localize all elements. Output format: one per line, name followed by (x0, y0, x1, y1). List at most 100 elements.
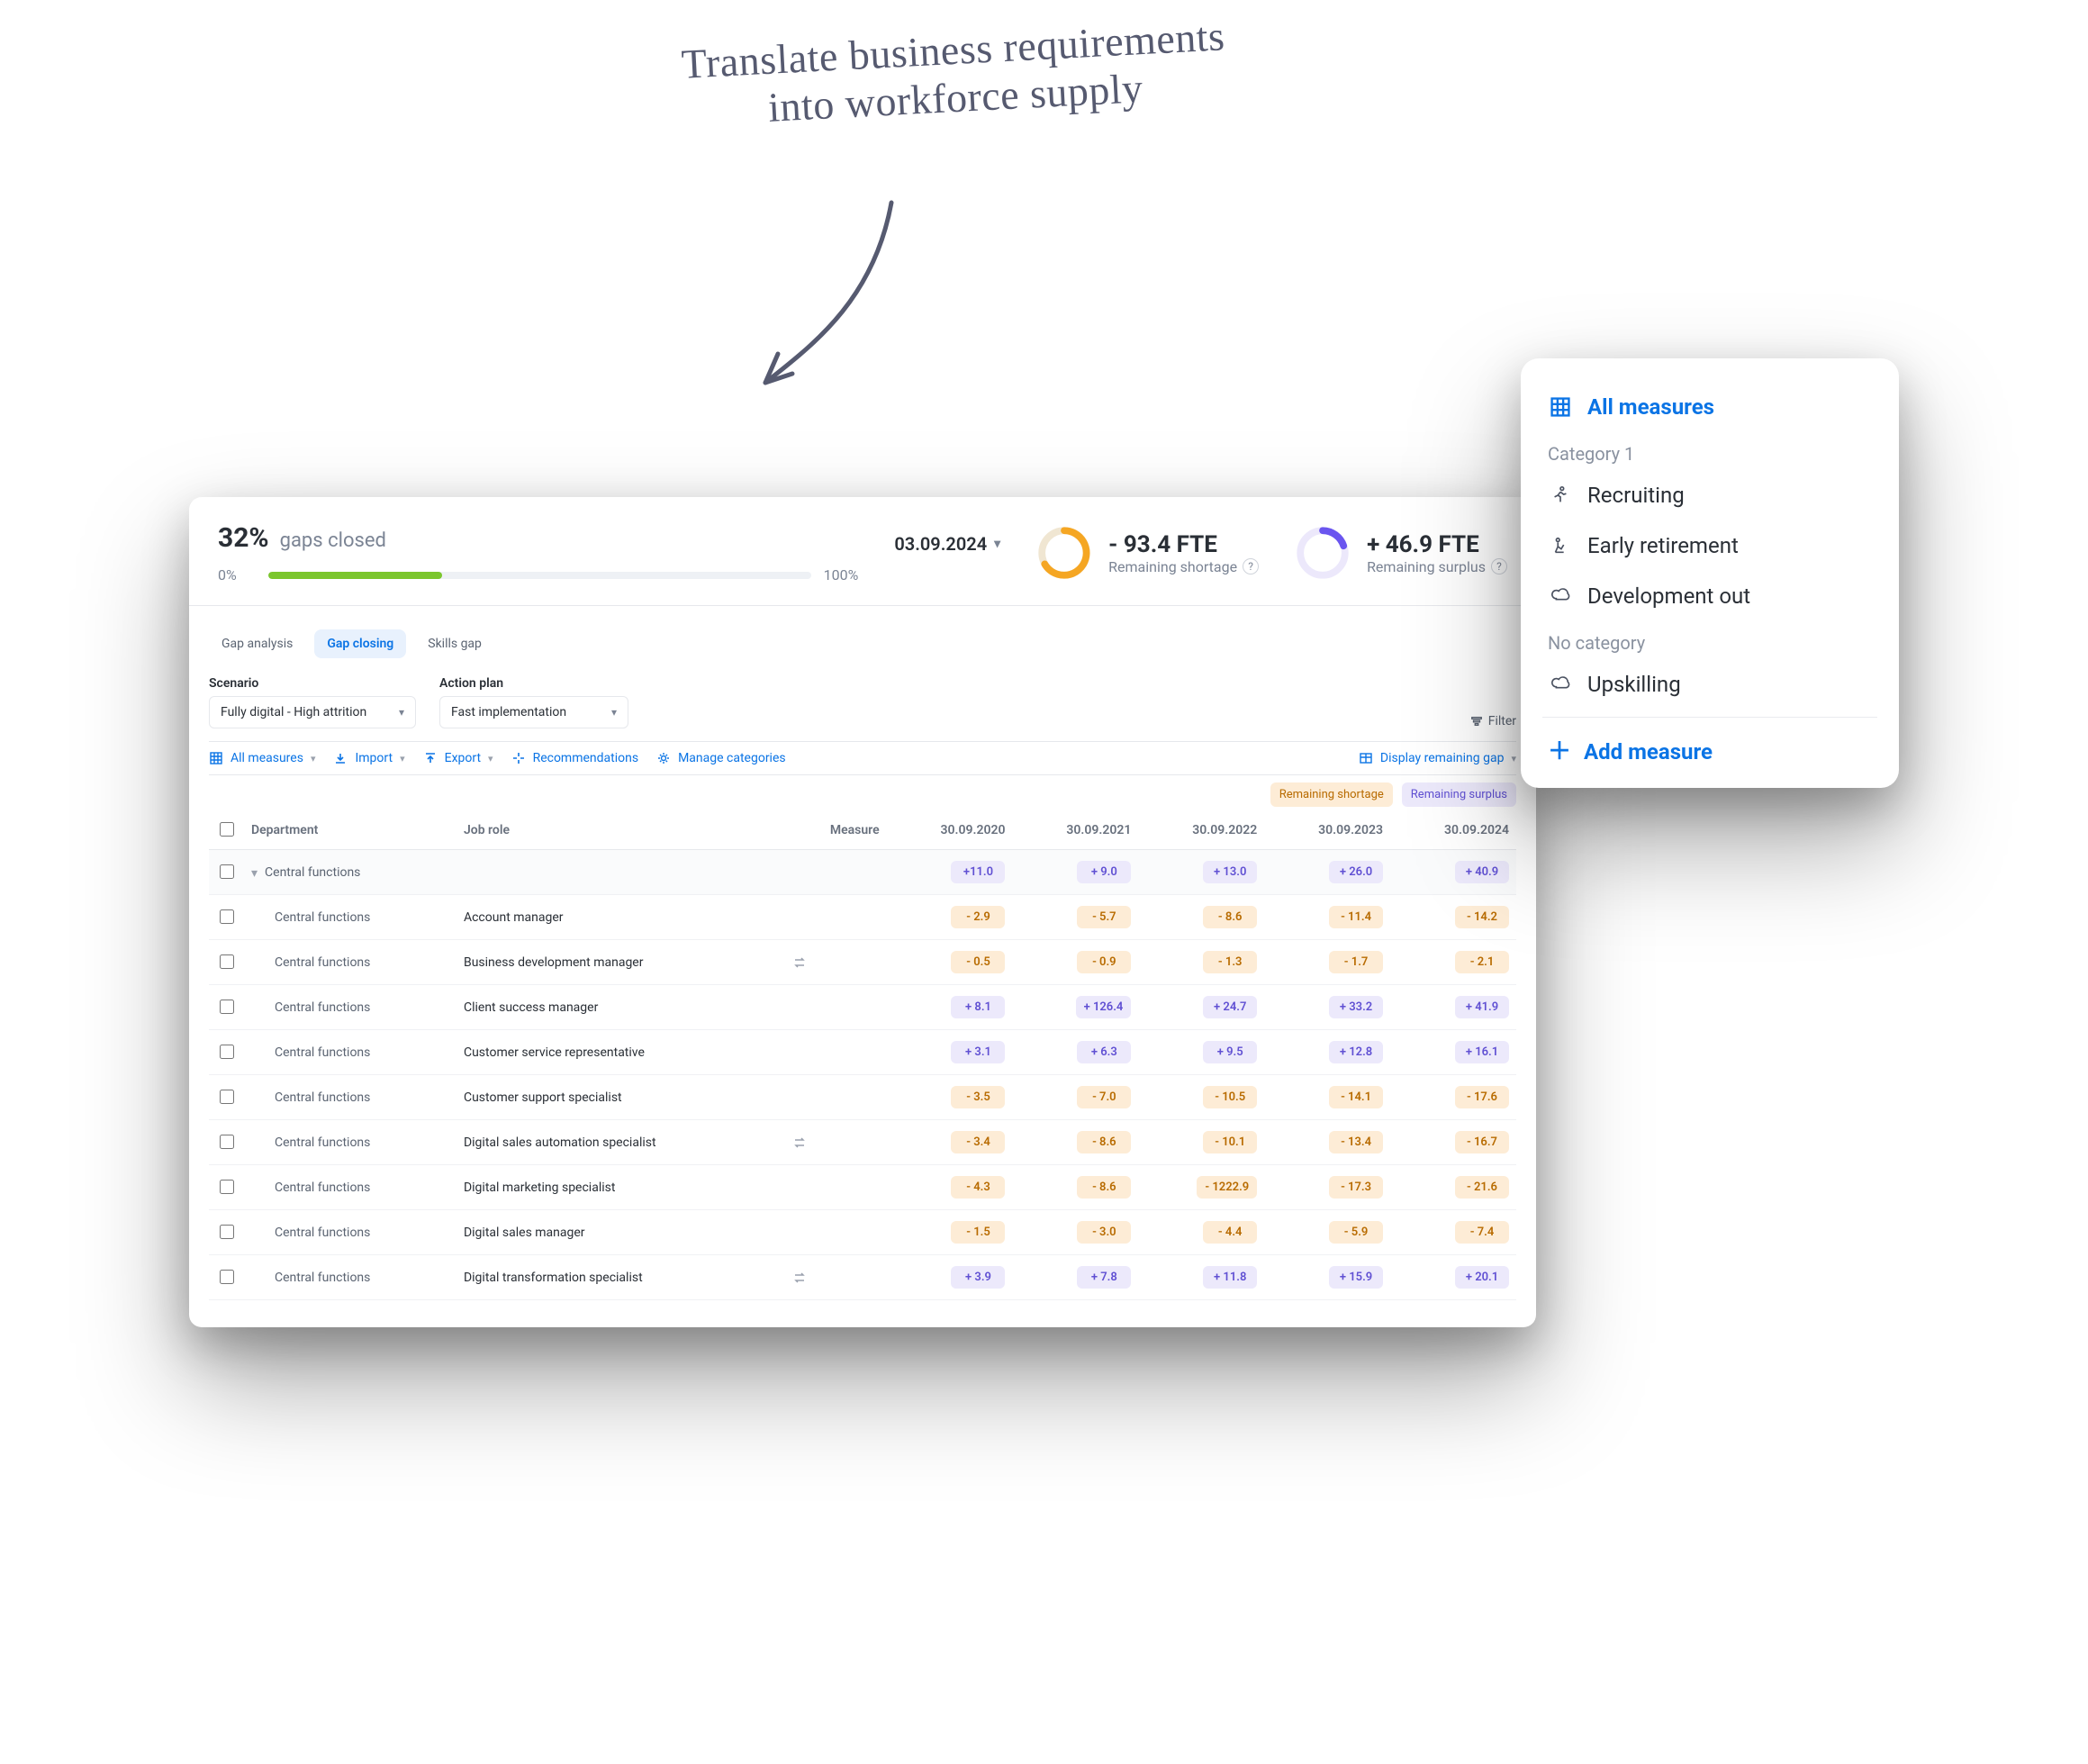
annotation-arrow-icon (738, 194, 927, 401)
import-button[interactable]: Import▾ (333, 751, 404, 765)
metric-shortage: - 93.4 FTE Remaining shortage? (1036, 525, 1259, 581)
divider (1542, 717, 1877, 718)
handwritten-annotation: Translate business requirements into wor… (583, 8, 1325, 142)
cell-department: Central functions (244, 1255, 456, 1300)
tabs: Gap analysis Gap closing Skills gap (209, 629, 1516, 658)
popover-no-category: No category (1542, 621, 1877, 659)
tab-gap-analysis[interactable]: Gap analysis (209, 629, 305, 658)
tab-skills-gap[interactable]: Skills gap (415, 629, 494, 658)
value-pill: + 3.1 (951, 1041, 1005, 1063)
display-remaining-gap-button[interactable]: Display remaining gap▾ (1359, 751, 1516, 765)
swap-icon[interactable] (792, 1271, 880, 1285)
cell-department: Central functions (244, 985, 456, 1030)
popover-item[interactable]: Development out (1542, 571, 1877, 621)
table-icon (1359, 751, 1373, 765)
row-checkbox[interactable] (220, 954, 234, 969)
info-icon[interactable]: ? (1243, 558, 1259, 574)
value-pill: + 3.9 (951, 1266, 1005, 1289)
popover-category-1: Category 1 (1542, 432, 1877, 470)
value-pill: + 9.0 (1077, 861, 1131, 883)
value-pill: + 33.2 (1329, 996, 1383, 1018)
shortage-value: - 93.4 FTE (1108, 531, 1259, 558)
value-pill: - 8.6 (1077, 1176, 1131, 1199)
table-row[interactable]: Central functions Customer support speci… (209, 1075, 1516, 1120)
popover-all-measures[interactable]: All measures (1542, 382, 1877, 432)
export-label: Export (445, 751, 481, 765)
table-row[interactable]: Central functions Digital transformation… (209, 1255, 1516, 1300)
manage-categories-button[interactable]: Manage categories (656, 751, 786, 765)
export-button[interactable]: Export ▾ (423, 751, 493, 765)
value-pill: - 0.9 (1077, 951, 1131, 973)
value-pill: + 7.8 (1077, 1266, 1131, 1289)
value-pill: + 16.1 (1455, 1041, 1509, 1063)
row-checkbox[interactable] (220, 1270, 234, 1284)
value-pill: - 2.1 (1455, 951, 1509, 973)
shortage-caption: Remaining shortage (1108, 558, 1237, 575)
select-all-checkbox[interactable] (220, 822, 234, 837)
value-pill: + 12.8 (1329, 1041, 1383, 1063)
chevron-down-icon: ▾ (611, 706, 617, 719)
upload-icon (423, 751, 438, 765)
table-row[interactable]: Central functions Business development m… (209, 940, 1516, 985)
value-pill: - 17.6 (1455, 1086, 1509, 1108)
table-row[interactable]: Central functions Account manager - 2.9-… (209, 895, 1516, 940)
row-checkbox[interactable] (220, 1225, 234, 1239)
cloud-icon (1548, 674, 1573, 694)
scenario-select[interactable]: Fully digital - High attrition▾ (209, 696, 416, 728)
value-pill: + 41.9 (1455, 996, 1509, 1018)
table-group-row[interactable]: ▾Central functions +11.0+ 9.0+ 13.0+ 26.… (209, 850, 1516, 895)
row-checkbox[interactable] (220, 1135, 234, 1149)
value-pill: + 40.9 (1455, 861, 1509, 883)
popover-item[interactable]: Recruiting (1542, 470, 1877, 520)
legend-shortage: Remaining shortage (1270, 782, 1393, 807)
popover-item-label: Development out (1587, 583, 1750, 609)
tab-gap-closing[interactable]: Gap closing (314, 629, 406, 658)
cell-department: Central functions (244, 1165, 456, 1210)
shortage-ring-icon (1036, 525, 1092, 581)
value-pill: - 1.5 (951, 1221, 1005, 1244)
popover-item-label: Recruiting (1587, 483, 1685, 508)
date-picker[interactable]: 03.09.2024 ▾ (894, 533, 1000, 555)
value-pill: - 16.7 (1455, 1131, 1509, 1153)
cell-role: Customer service representative (456, 1030, 785, 1075)
add-measure-button[interactable]: ＋ Add measure (1542, 725, 1877, 772)
table-row[interactable]: Central functions Digital marketing spec… (209, 1165, 1516, 1210)
value-pill: + 20.1 (1455, 1266, 1509, 1289)
table-row[interactable]: Central functions Digital sales manager … (209, 1210, 1516, 1255)
info-icon[interactable]: ? (1491, 558, 1507, 574)
row-checkbox[interactable] (220, 1180, 234, 1194)
chevron-down-icon[interactable]: ▾ (251, 866, 258, 881)
value-pill: - 2.9 (951, 906, 1005, 928)
cell-role: Digital sales automation specialist (456, 1120, 785, 1165)
plus-icon: ＋ (1548, 740, 1571, 764)
swap-icon[interactable] (792, 955, 880, 970)
value-pill: - 4.4 (1203, 1221, 1257, 1244)
table-row[interactable]: Central functions Digital sales automati… (209, 1120, 1516, 1165)
value-pill: + 15.9 (1329, 1266, 1383, 1289)
all-measures-button[interactable]: All measures▾ (209, 751, 315, 765)
progress-left-label: 0% (218, 566, 256, 583)
action-plan-select[interactable]: Fast implementation▾ (439, 696, 628, 728)
row-checkbox[interactable] (220, 864, 234, 879)
swap-icon[interactable] (792, 1135, 880, 1150)
row-checkbox[interactable] (220, 1090, 234, 1104)
chevron-down-icon: ▾ (488, 753, 493, 764)
value-pill: - 13.4 (1329, 1131, 1383, 1153)
value-pill: - 1.3 (1203, 951, 1257, 973)
value-pill: +11.0 (951, 861, 1005, 883)
popover-item[interactable]: Upskilling (1542, 659, 1877, 710)
row-checkbox[interactable] (220, 1000, 234, 1014)
row-checkbox[interactable] (220, 1045, 234, 1059)
table-row[interactable]: Central functions Customer service repre… (209, 1030, 1516, 1075)
grid-icon (209, 751, 223, 765)
row-checkbox[interactable] (220, 909, 234, 924)
recommendations-button[interactable]: Recommendations (511, 751, 639, 765)
col-2023: 30.09.2023 (1264, 810, 1390, 850)
popover-item[interactable]: Early retirement (1542, 520, 1877, 571)
chevron-down-icon: ▾ (399, 706, 404, 719)
value-pill: - 8.6 (1203, 906, 1257, 928)
table-row[interactable]: Central functions Client success manager… (209, 985, 1516, 1030)
filter-button[interactable]: Filter (1470, 714, 1516, 728)
value-pill: + 9.5 (1203, 1041, 1257, 1063)
value-pill: - 21.6 (1455, 1176, 1509, 1199)
